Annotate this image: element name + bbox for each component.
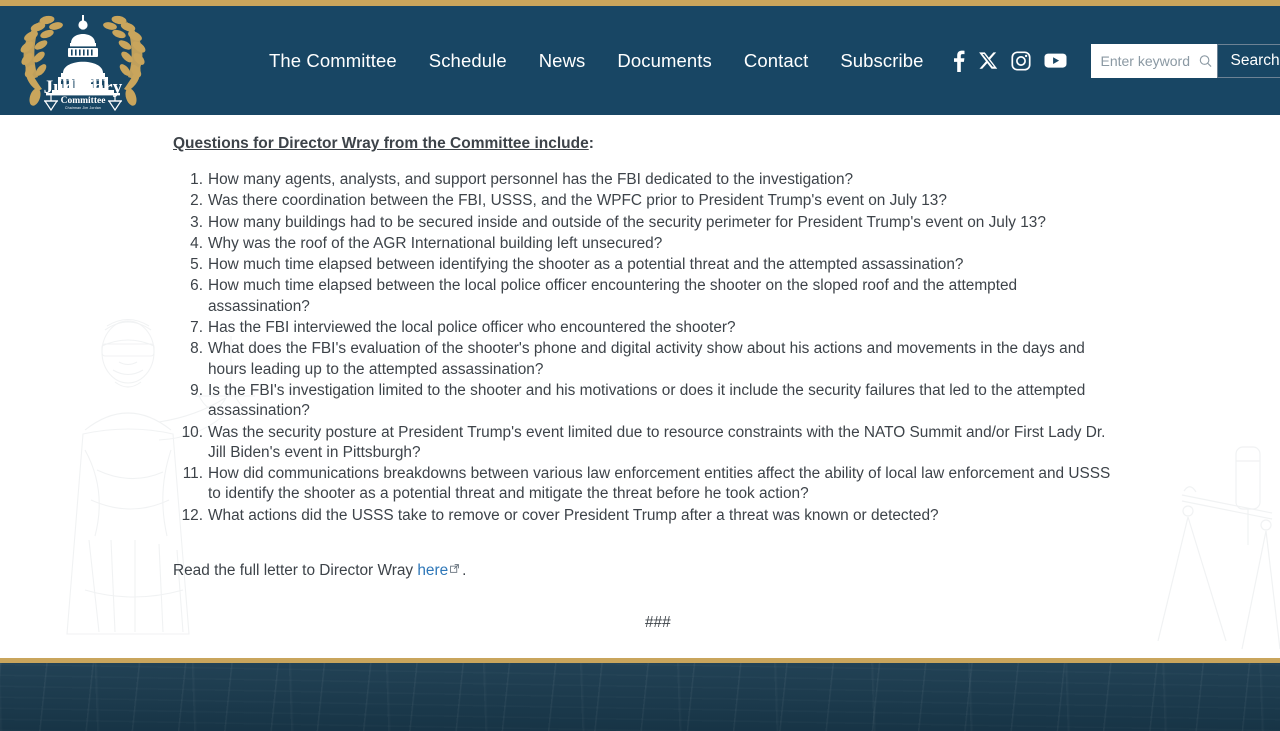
read-full-letter-suffix: .: [462, 562, 467, 580]
question-item: Was the security posture at President Tr…: [0, 423, 1106, 461]
question-item: How many agents, analysts, and support p…: [0, 170, 854, 191]
site-logo[interactable]: Judiciary Committee House of Representat…: [0, 6, 165, 115]
question-item: Has the FBI interviewed the local police…: [0, 318, 736, 339]
nav-subscribe[interactable]: Subscribe: [840, 50, 923, 72]
site-footer: [0, 658, 1280, 731]
search-input[interactable]: [1090, 43, 1217, 78]
primary-navigation: The Committee Schedule News Documents Co…: [269, 50, 924, 72]
nav-contact[interactable]: Contact: [744, 50, 808, 72]
question-item: How many buildings had to be secured ins…: [0, 213, 1046, 234]
question-item: Why was the roof of the AGR Internationa…: [0, 234, 663, 255]
question-item: What does the FBI's evaluation of the sh…: [0, 339, 1085, 378]
x-twitter-icon: [978, 52, 997, 69]
questions-heading-text: Questions for Director Wray from the Com…: [173, 135, 589, 152]
x-twitter-link[interactable]: [978, 51, 998, 70]
site-header: Judiciary Committee House of Representat…: [0, 6, 1280, 115]
facebook-link[interactable]: [950, 49, 966, 73]
external-link-icon: [450, 564, 460, 573]
end-of-release-marker: ###: [645, 614, 671, 632]
nav-news[interactable]: News: [539, 50, 586, 72]
nav-schedule[interactable]: Schedule: [429, 50, 507, 72]
instagram-icon: [1010, 50, 1031, 71]
nav-the-committee[interactable]: The Committee: [269, 50, 397, 72]
youtube-icon: [1044, 53, 1066, 68]
read-full-letter-prefix: Read the full letter to Director Wray: [173, 562, 418, 580]
instagram-link[interactable]: [1010, 50, 1031, 71]
questions-heading: Questions for Director Wray from the Com…: [173, 134, 1280, 154]
site-search: Search: [1090, 43, 1280, 78]
full-letter-link[interactable]: here: [417, 562, 448, 579]
press-release-body: Questions for Director Wray from the Com…: [0, 115, 1280, 632]
facebook-icon: [953, 50, 964, 72]
search-button[interactable]: Search: [1216, 43, 1280, 78]
questions-heading-suffix: :: [588, 135, 594, 152]
read-full-letter-paragraph: Read the full letter to Director Wray he…: [173, 561, 1280, 581]
social-links: [950, 49, 1067, 73]
question-item: How much time elapsed between the local …: [0, 276, 1018, 315]
questions-list: How many agents, analysts, and support p…: [0, 170, 1280, 526]
youtube-link[interactable]: [1044, 52, 1067, 69]
question-item: How much time elapsed between identifyin…: [0, 255, 964, 276]
question-item: How did communications breakdowns betwee…: [0, 464, 1111, 503]
svg-text:Chairman Jim Jordan: Chairman Jim Jordan: [64, 106, 100, 110]
svg-text:House of Representatives: House of Representatives: [61, 78, 105, 82]
judiciary-committee-seal-icon: Judiciary Committee House of Representat…: [20, 14, 145, 111]
search-input-wrapper: [1090, 43, 1217, 78]
question-item: What actions did the USSS take to remove…: [0, 506, 939, 527]
nav-documents[interactable]: Documents: [617, 50, 711, 72]
svg-text:Committee: Committee: [60, 96, 105, 106]
main-content: Questions for Director Wray from the Com…: [0, 115, 1280, 658]
question-item: Was there coordination between the FBI, …: [0, 191, 947, 212]
question-item: Is the FBI's investigation limited to th…: [0, 381, 1086, 420]
